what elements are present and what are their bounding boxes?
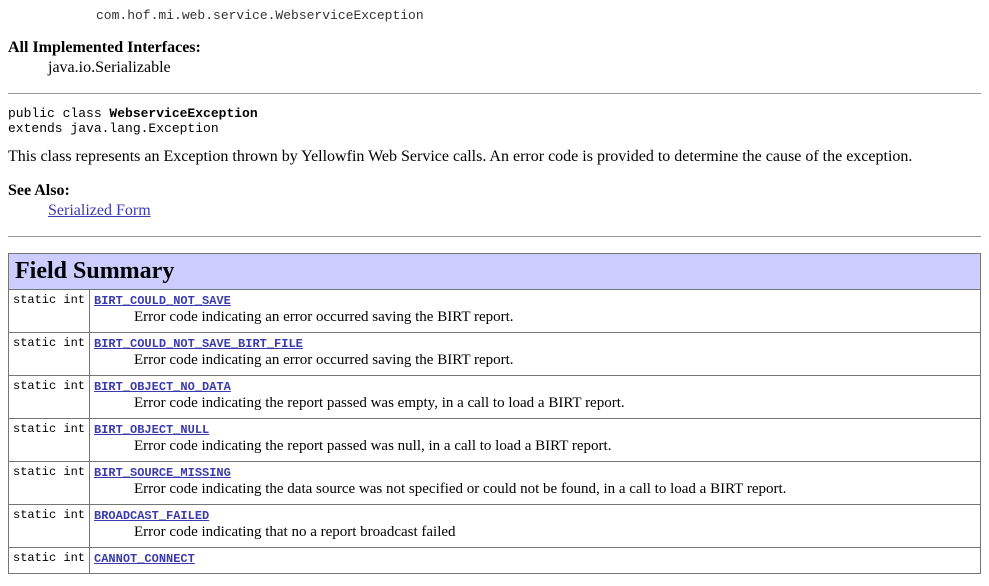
divider [8, 93, 981, 94]
field-type: static int [9, 548, 90, 574]
field-link[interactable]: BIRT_OBJECT_NO_DATA [94, 380, 231, 394]
field-type: static int [9, 505, 90, 548]
divider [8, 236, 981, 237]
field-type: static int [9, 462, 90, 505]
field-type: static int [9, 376, 90, 419]
interfaces-list: java.io.Serializable [48, 59, 981, 77]
class-description: This class represents an Exception throw… [8, 148, 981, 166]
field-type: static int [9, 333, 90, 376]
field-cell: BIRT_COULD_NOT_SAVEError code indicating… [90, 290, 981, 333]
table-row: static int CANNOT_CONNECT [9, 548, 981, 574]
see-also-block: See Also: Serialized Form [8, 182, 981, 220]
class-fqn: com.hof.mi.web.service.WebserviceExcepti… [96, 8, 981, 23]
field-cell: BIRT_COULD_NOT_SAVE_BIRT_FILEError code … [90, 333, 981, 376]
see-also-item: Serialized Form [48, 202, 981, 220]
field-cell: CANNOT_CONNECT [90, 548, 981, 574]
field-description: Error code indicating the data source wa… [94, 481, 976, 498]
field-link[interactable]: BIRT_SOURCE_MISSING [94, 466, 231, 480]
table-row: static intBIRT_OBJECT_NO_DATAError code … [9, 376, 981, 419]
field-description: Error code indicating the report passed … [94, 395, 976, 412]
field-type: static int [9, 290, 90, 333]
field-description: Error code indicating an error occurred … [94, 309, 976, 326]
field-description: Error code indicating that no a report b… [94, 524, 976, 541]
decl-prefix: public class [8, 106, 109, 121]
table-row: static intBIRT_COULD_NOT_SAVEError code … [9, 290, 981, 333]
field-summary-table: Field Summary static intBIRT_COULD_NOT_S… [8, 253, 981, 574]
field-summary-heading: Field Summary [9, 254, 981, 290]
interfaces-block: All Implemented Interfaces: java.io.Seri… [8, 39, 981, 77]
field-cell: BIRT_SOURCE_MISSINGError code indicating… [90, 462, 981, 505]
field-link[interactable]: BIRT_COULD_NOT_SAVE [94, 294, 231, 308]
table-row: static intBIRT_OBJECT_NULLError code ind… [9, 419, 981, 462]
decl-extends: extends java.lang.Exception [8, 121, 219, 136]
field-cell: BIRT_OBJECT_NO_DATAError code indicating… [90, 376, 981, 419]
table-row: static intBIRT_SOURCE_MISSINGError code … [9, 462, 981, 505]
field-cell: BIRT_OBJECT_NULLError code indicating th… [90, 419, 981, 462]
see-also-heading: See Also: [8, 182, 981, 200]
field-cell: BROADCAST_FAILEDError code indicating th… [90, 505, 981, 548]
field-description: Error code indicating an error occurred … [94, 352, 976, 369]
field-link[interactable]: BIRT_COULD_NOT_SAVE_BIRT_FILE [94, 337, 303, 351]
field-link[interactable]: BROADCAST_FAILED [94, 509, 209, 523]
field-link[interactable]: CANNOT_CONNECT [94, 552, 195, 566]
table-row: static intBIRT_COULD_NOT_SAVE_BIRT_FILEE… [9, 333, 981, 376]
field-type: static int [9, 419, 90, 462]
interfaces-heading: All Implemented Interfaces: [8, 39, 981, 57]
decl-class-name: WebserviceException [109, 106, 257, 121]
field-link[interactable]: BIRT_OBJECT_NULL [94, 423, 209, 437]
serialized-form-link[interactable]: Serialized Form [48, 202, 151, 219]
class-declaration: public class WebserviceException extends… [8, 106, 981, 136]
table-row: static intBROADCAST_FAILEDError code ind… [9, 505, 981, 548]
field-description: Error code indicating the report passed … [94, 438, 976, 455]
